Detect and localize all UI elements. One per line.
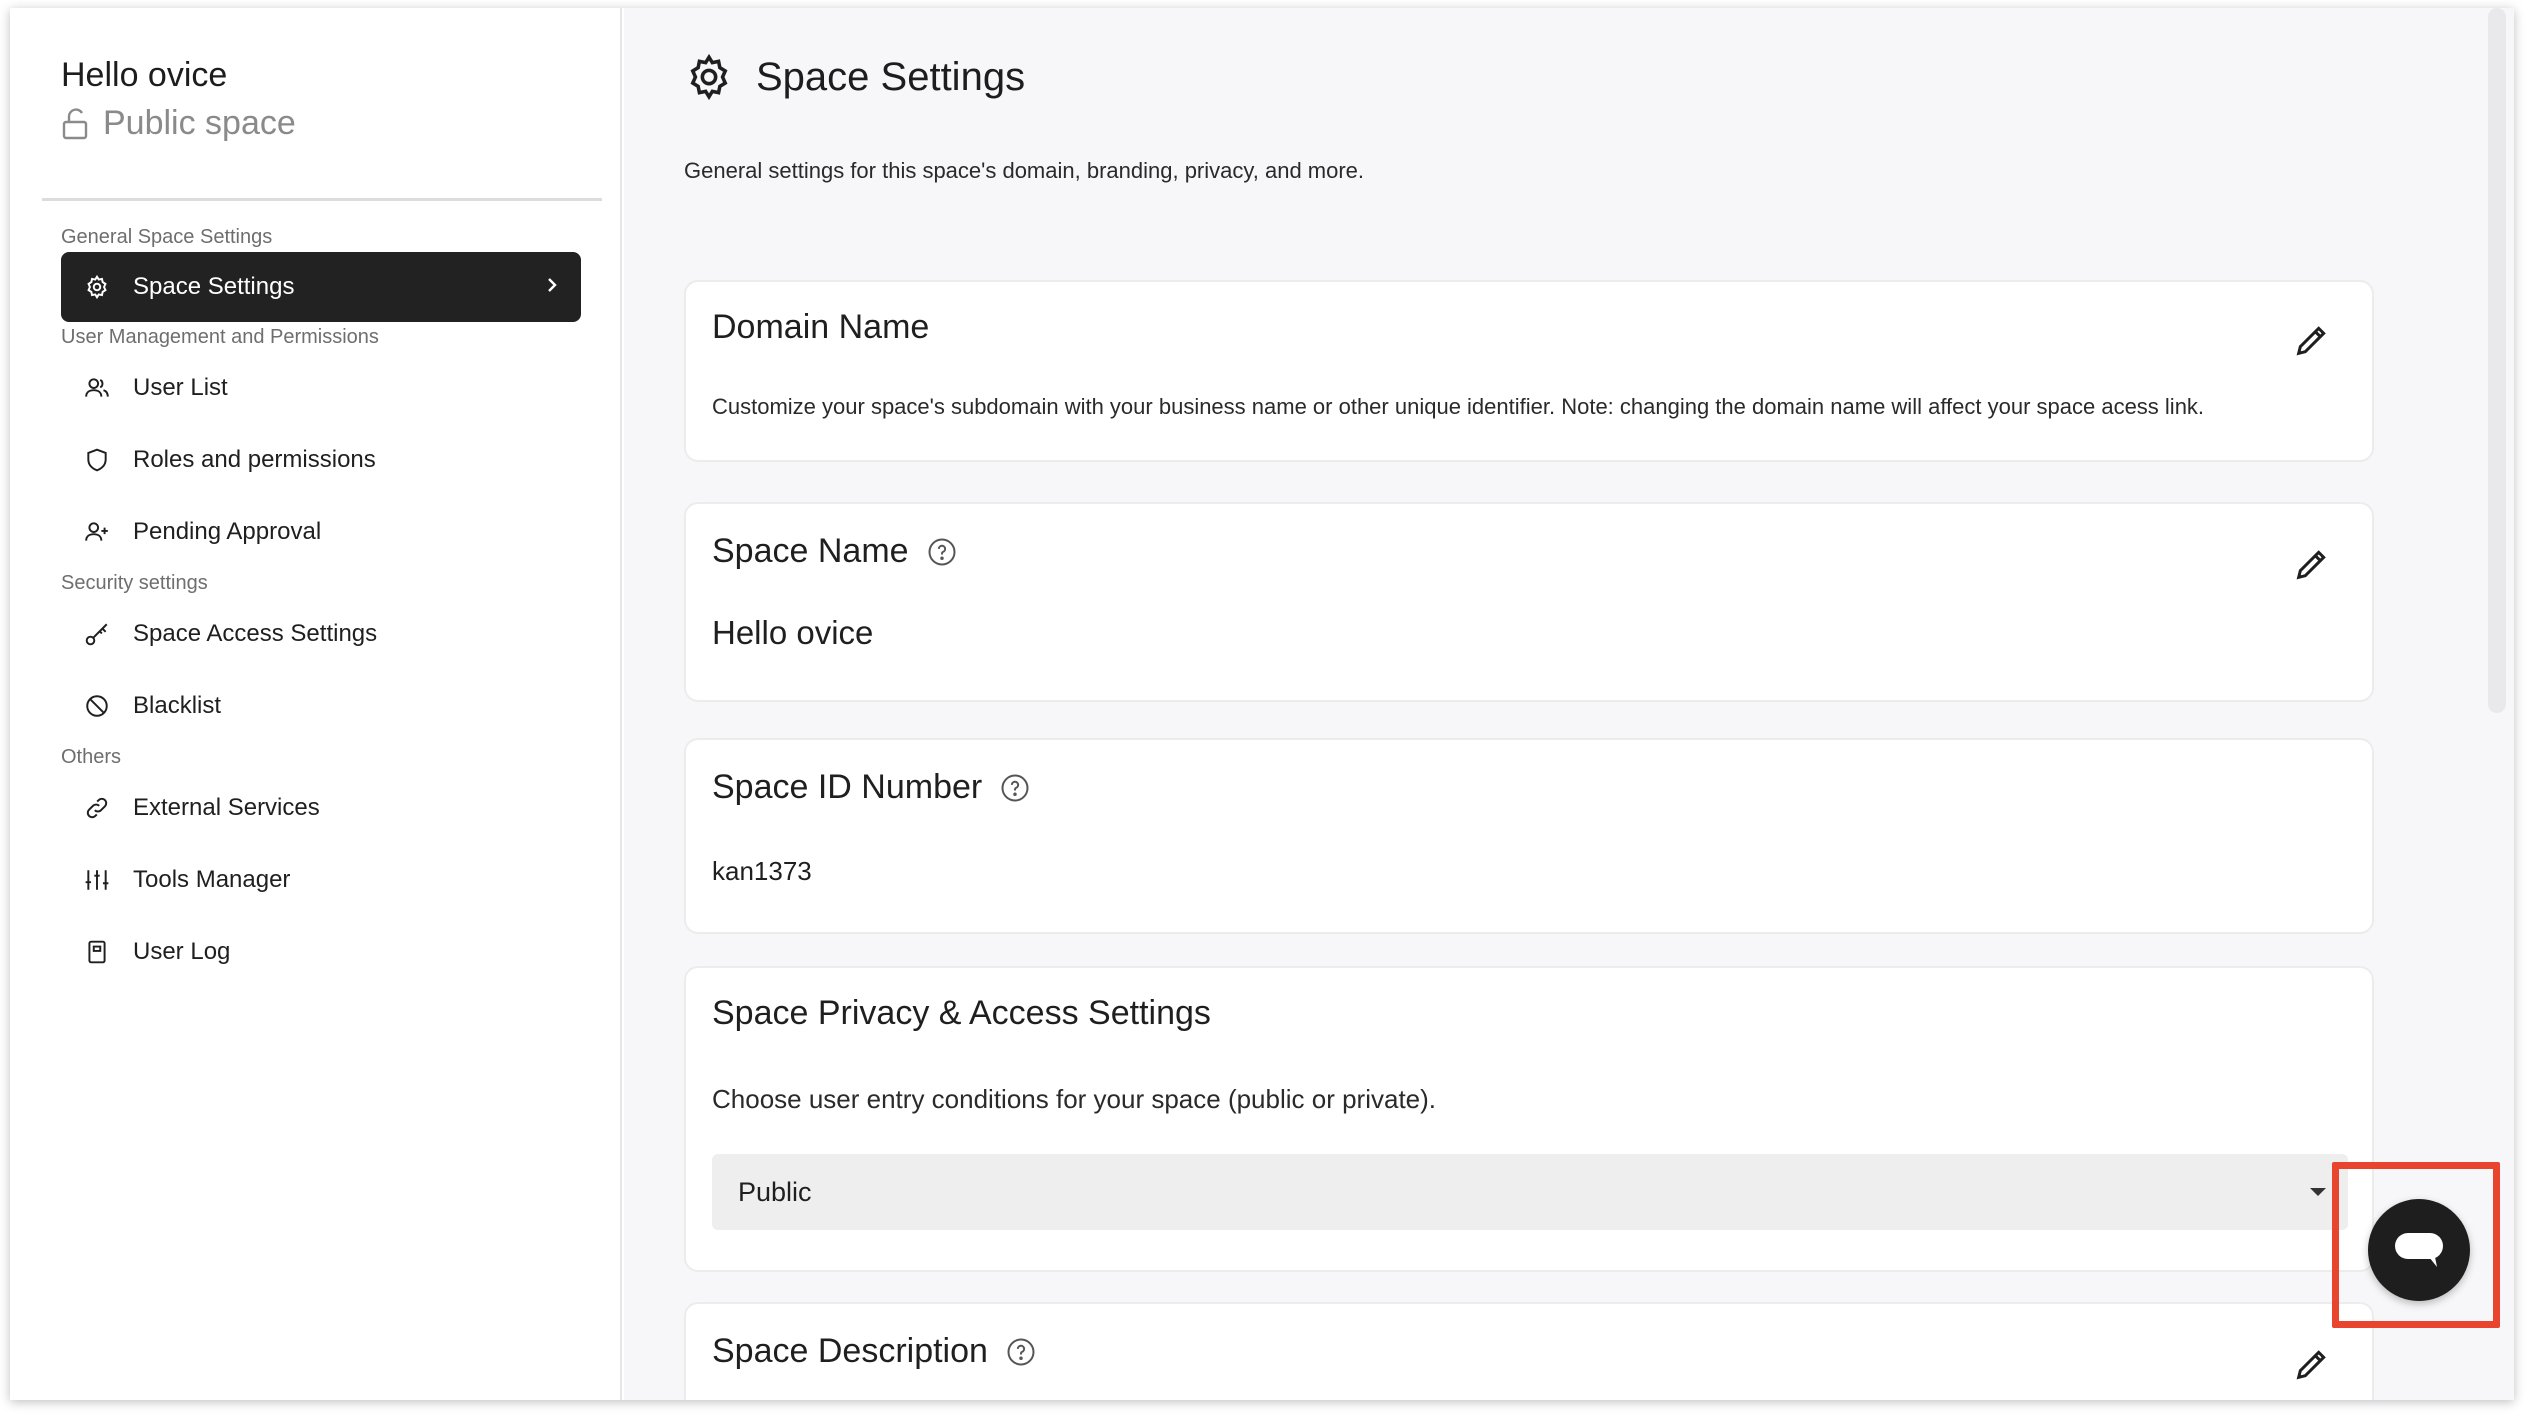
space-privacy: Public space bbox=[61, 104, 296, 143]
edit-description-button[interactable] bbox=[2292, 1344, 2332, 1384]
shield-icon bbox=[83, 446, 111, 474]
sidebar-divider bbox=[42, 198, 602, 201]
sidebar-item-user-log[interactable]: User Log bbox=[61, 916, 581, 988]
chat-icon bbox=[2395, 1233, 2443, 1267]
page-title-text: Space Settings bbox=[756, 54, 1026, 99]
chat-button[interactable] bbox=[2368, 1199, 2470, 1301]
sidebar-item-blacklist[interactable]: Blacklist bbox=[61, 670, 581, 742]
sidebar-item-external[interactable]: External Services bbox=[61, 772, 581, 844]
caret-down-icon bbox=[2310, 1188, 2326, 1196]
nav-group-others: Others bbox=[61, 746, 122, 768]
scrollbar[interactable] bbox=[2488, 8, 2506, 713]
link-icon bbox=[83, 794, 111, 822]
sidebar-item-label: User Log bbox=[133, 938, 231, 965]
nav-group-security: Security settings bbox=[61, 572, 208, 594]
sidebar: Hello ovice Public space General Space S… bbox=[10, 8, 622, 1400]
sidebar-item-label: Pending Approval bbox=[133, 518, 322, 545]
unlock-icon bbox=[62, 107, 88, 139]
help-icon[interactable] bbox=[927, 537, 957, 567]
gear-icon bbox=[690, 53, 728, 101]
space-name: Hello ovice bbox=[61, 56, 228, 94]
sidebar-item-label: Roles and permissions bbox=[133, 446, 376, 473]
description-title-row: Space Description bbox=[712, 1332, 1036, 1371]
domain-name-card: Domain Name Customize your space's subdo… bbox=[684, 280, 2374, 462]
page-title: Space Settings bbox=[684, 52, 1025, 102]
domain-name-title: Domain Name bbox=[712, 308, 930, 346]
edit-domain-button[interactable] bbox=[2292, 320, 2332, 360]
space-id-value: kan1373 bbox=[712, 856, 812, 886]
space-id-title-row: Space ID Number bbox=[712, 768, 1030, 807]
sidebar-item-access[interactable]: Space Access Settings bbox=[61, 598, 581, 670]
domain-name-description: Customize your space's subdomain with yo… bbox=[712, 394, 2205, 419]
page-subtitle: General settings for this space's domain… bbox=[684, 158, 1365, 183]
users-icon bbox=[83, 374, 111, 402]
sliders-icon bbox=[83, 866, 111, 894]
main-content: Space Settings General settings for this… bbox=[624, 8, 2514, 1400]
space-header: Hello ovice Public space bbox=[61, 52, 296, 143]
user-plus-icon bbox=[83, 518, 111, 546]
pencil-icon bbox=[2296, 1350, 2326, 1380]
sidebar-item-roles[interactable]: Roles and permissions bbox=[61, 424, 581, 496]
sidebar-item-label: Space Access Settings bbox=[133, 620, 378, 647]
sidebar-item-label: Tools Manager bbox=[133, 866, 291, 893]
sidebar-item-pending[interactable]: Pending Approval bbox=[61, 496, 581, 568]
sidebar-item-label: External Services bbox=[133, 794, 320, 821]
privacy-description: Choose user entry conditions for your sp… bbox=[712, 1084, 1437, 1114]
pencil-icon bbox=[2296, 326, 2326, 356]
sidebar-item-label: Space Settings bbox=[133, 273, 295, 300]
help-icon[interactable] bbox=[1006, 1337, 1036, 1367]
space-name-value: Hello ovice bbox=[712, 614, 874, 651]
space-id-title: Space ID Number bbox=[712, 768, 983, 806]
privacy-select[interactable]: Public bbox=[712, 1154, 2348, 1230]
sidebar-item-label: User List bbox=[133, 374, 228, 401]
help-icon[interactable] bbox=[1000, 773, 1030, 803]
sidebar-item-label: Blacklist bbox=[133, 692, 222, 719]
gear-icon bbox=[83, 273, 111, 301]
space-name-title: Space Name bbox=[712, 532, 909, 570]
nav-group-users: User Management and Permissions bbox=[61, 326, 379, 348]
privacy-title: Space Privacy & Access Settings bbox=[712, 994, 1211, 1032]
sidebar-nav: General Space Settings Space Settings Us… bbox=[10, 222, 622, 988]
sidebar-item-user-list[interactable]: User List bbox=[61, 352, 581, 424]
app-window: Hello ovice Public space General Space S… bbox=[10, 8, 2514, 1400]
description-title: Space Description bbox=[712, 1332, 988, 1370]
log-icon bbox=[83, 938, 111, 966]
pencil-icon bbox=[2296, 550, 2326, 580]
block-icon bbox=[83, 692, 111, 720]
sidebar-item-space-settings[interactable]: Space Settings bbox=[61, 252, 581, 322]
sidebar-item-tools[interactable]: Tools Manager bbox=[61, 844, 581, 916]
space-id-card: Space ID Number kan1373 bbox=[684, 738, 2374, 934]
space-name-card: Space Name Hello ovice bbox=[684, 502, 2374, 702]
space-name-title-row: Space Name bbox=[712, 532, 957, 571]
edit-space-name-button[interactable] bbox=[2292, 544, 2332, 584]
nav-group-general: General Space Settings bbox=[61, 226, 273, 248]
description-card: Space Description bbox=[684, 1302, 2374, 1400]
privacy-card: Space Privacy & Access Settings Choose u… bbox=[684, 966, 2374, 1272]
chevron-right-icon bbox=[545, 273, 559, 301]
privacy-select-value: Public bbox=[738, 1176, 812, 1207]
key-icon bbox=[83, 620, 111, 648]
space-privacy-label: Public space bbox=[103, 104, 296, 142]
